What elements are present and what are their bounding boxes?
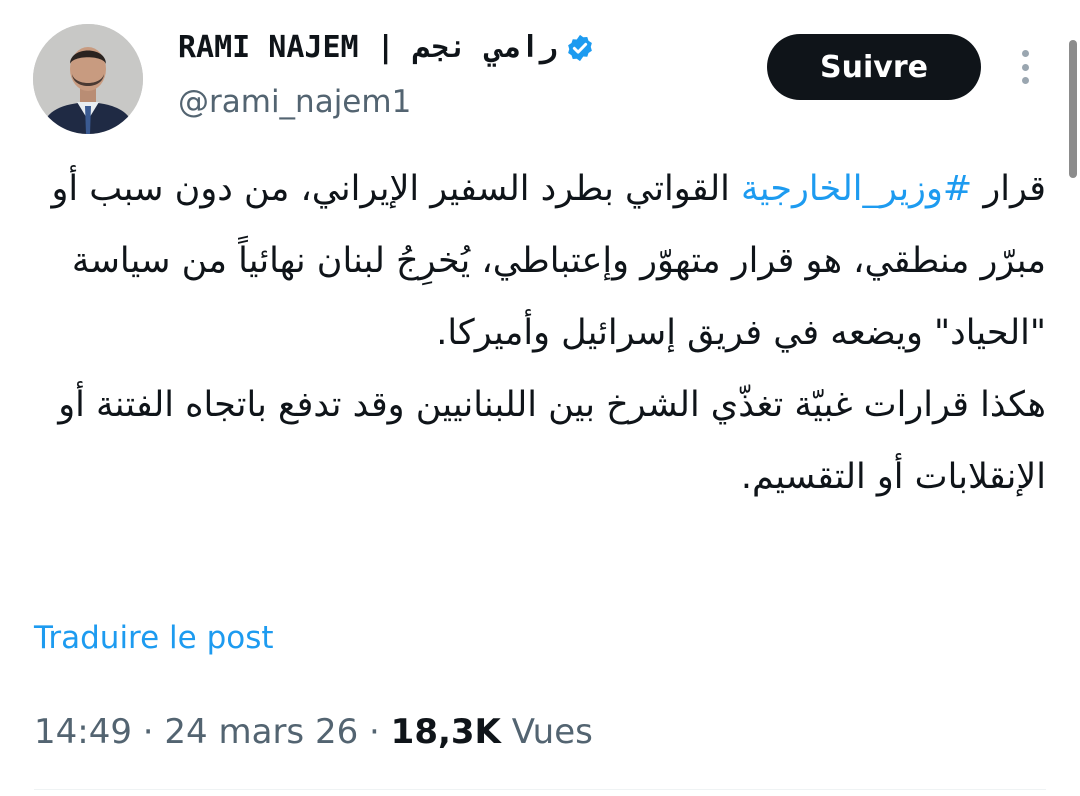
scrollbar[interactable] xyxy=(1069,40,1077,178)
author-name-row[interactable]: RAMI NAJEM | رامي نجم xyxy=(178,30,595,65)
avatar[interactable] xyxy=(33,24,143,134)
author-handle[interactable]: @rami_najem1 xyxy=(178,84,411,120)
tweet-meta: 14:49 · 24 mars 26 · 18,3K Vues xyxy=(34,712,593,752)
divider xyxy=(34,789,1046,790)
tweet-paragraph-1: قرار #وزير_الخارجية القواتي بطرد السفير … xyxy=(40,153,1047,369)
tweet-text: قرار #وزير_الخارجية القواتي بطرد السفير … xyxy=(40,153,1047,513)
verified-badge-icon xyxy=(568,34,593,61)
more-dot xyxy=(1021,77,1029,84)
author-display-name[interactable]: RAMI NAJEM | رامي نجم xyxy=(178,30,557,65)
profile-photo xyxy=(33,24,143,134)
hashtag-link[interactable]: #وزير_الخارجية xyxy=(741,169,972,209)
tweet-paragraph-2: هكذا قرارات غبيّة تغذّي الشرخ بين اللبنا… xyxy=(58,385,1046,497)
views-count: 18,3K xyxy=(390,712,501,752)
more-dot xyxy=(1021,50,1029,57)
tweet-time[interactable]: 14:49 xyxy=(34,712,132,752)
meta-separator: · xyxy=(358,712,391,752)
translate-post-link[interactable]: Traduire le post xyxy=(34,620,274,656)
tweet-line-prefix: قرار xyxy=(972,169,1046,209)
tweet-date[interactable]: 24 mars 26 xyxy=(164,712,358,752)
views-label: Vues xyxy=(500,712,593,752)
follow-button[interactable]: Suivre xyxy=(767,34,981,100)
more-dot xyxy=(1021,63,1029,71)
meta-separator: · xyxy=(131,712,165,752)
more-options-icon[interactable] xyxy=(1010,50,1040,84)
